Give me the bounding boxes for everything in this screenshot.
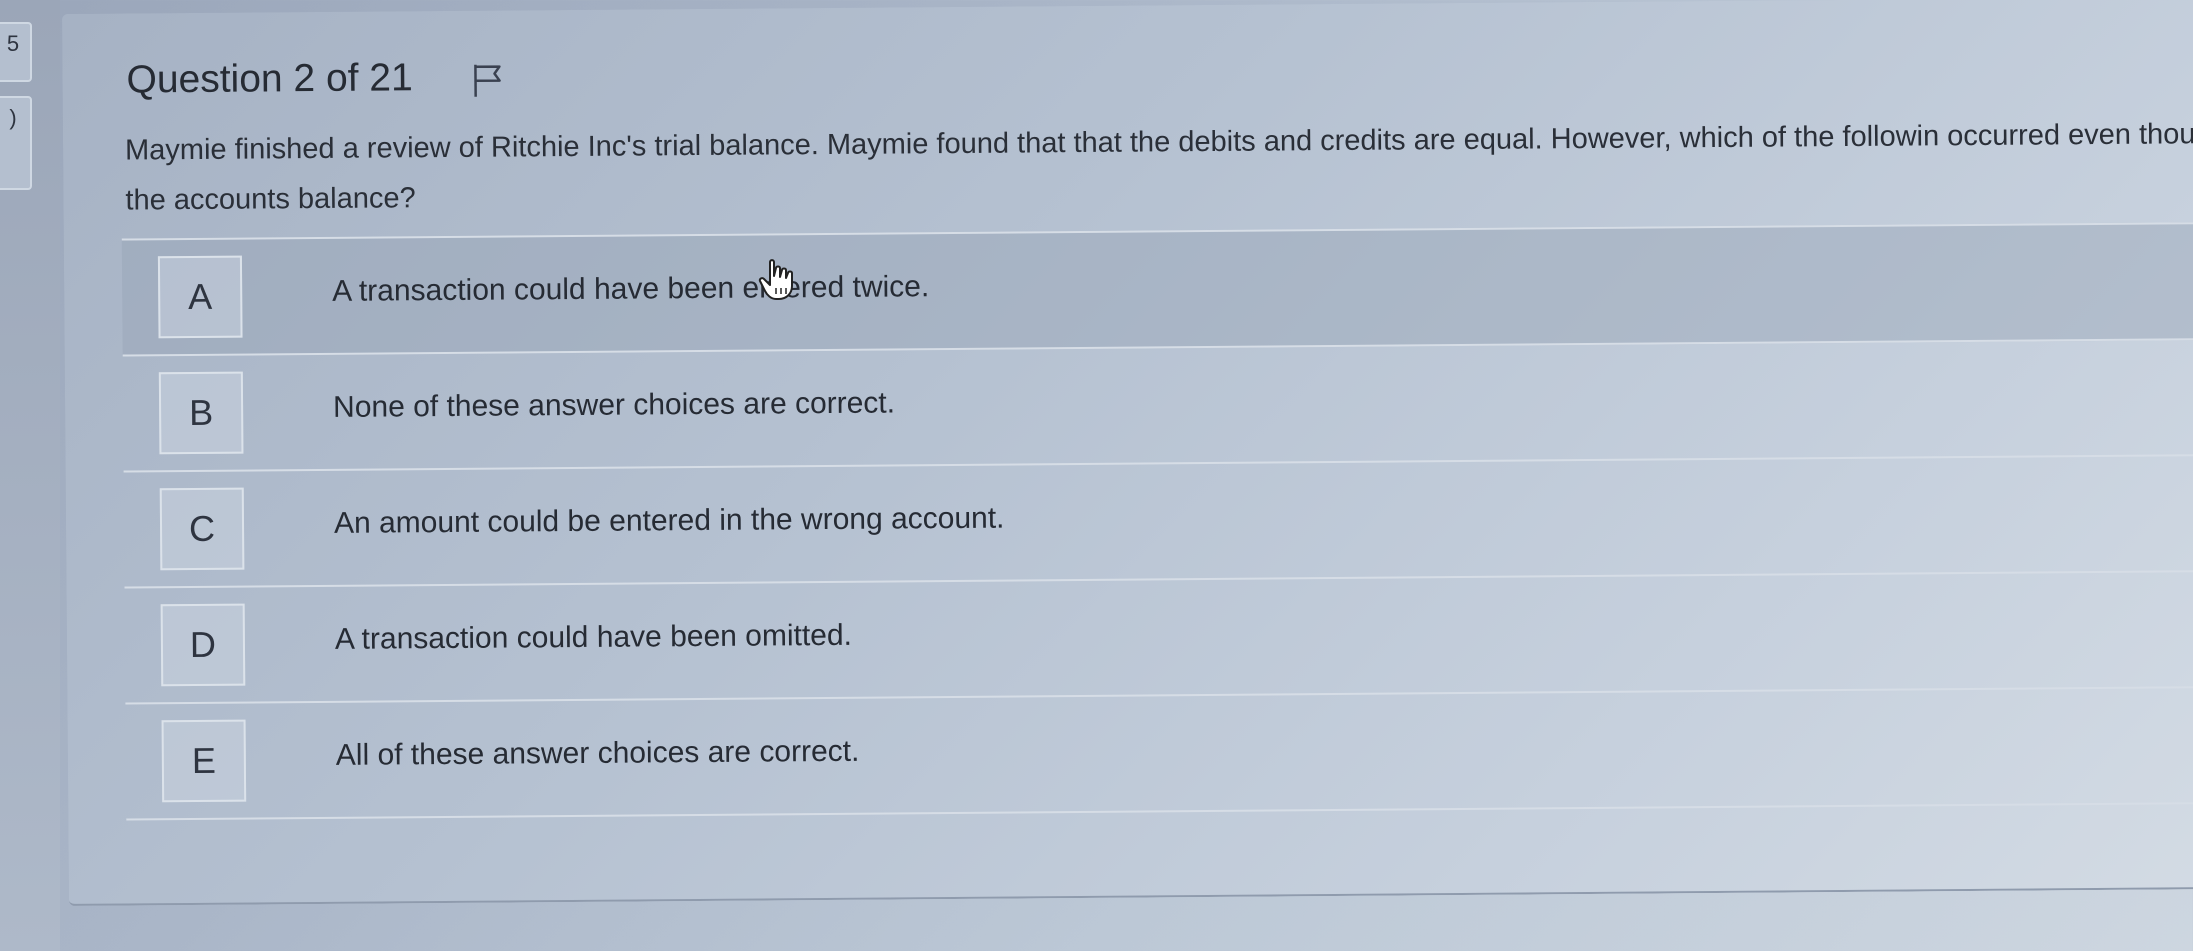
- option-text[interactable]: A transaction could have been entered tw…: [332, 270, 929, 309]
- answer-option-d[interactable]: D A transaction could have been omitted.: [124, 571, 2193, 705]
- question-panel: Question 2 of 21 Maymie finished a revie…: [62, 0, 2193, 906]
- option-text[interactable]: A transaction could have been omitted.: [335, 619, 852, 657]
- question-header: Question 2 of 21: [126, 56, 505, 103]
- answer-option-c[interactable]: C An amount could be entered in the wron…: [123, 455, 2193, 589]
- option-text[interactable]: An amount could be entered in the wrong …: [334, 502, 1005, 541]
- question-title: Question 2 of 21: [126, 56, 413, 102]
- answer-option-e[interactable]: E All of these answer choices are correc…: [125, 687, 2193, 821]
- option-letter-box[interactable]: A: [157, 255, 243, 339]
- answer-option-a[interactable]: A A transaction could have been entered …: [121, 221, 2193, 357]
- answer-option-b[interactable]: B None of these answer choices are corre…: [122, 339, 2193, 473]
- question-nav-tab-current[interactable]: ): [0, 96, 32, 190]
- left-rail: 5 ): [0, 0, 60, 951]
- option-letter-box[interactable]: C: [159, 487, 245, 571]
- option-text[interactable]: None of these answer choices are correct…: [333, 386, 895, 424]
- option-letter-box[interactable]: B: [158, 371, 244, 455]
- option-letter-box[interactable]: E: [161, 719, 247, 803]
- option-text[interactable]: All of these answer choices are correct.: [336, 735, 860, 773]
- option-letter-box[interactable]: D: [160, 603, 246, 687]
- answer-options: A A transaction could have been entered …: [121, 221, 2193, 821]
- flag-icon[interactable]: [471, 63, 505, 99]
- hand-pointer-icon: [758, 259, 793, 300]
- question-nav-tab-prev[interactable]: 5: [0, 22, 32, 82]
- question-prompt: Maymie finished a review of Ritchie Inc'…: [124, 117, 2193, 217]
